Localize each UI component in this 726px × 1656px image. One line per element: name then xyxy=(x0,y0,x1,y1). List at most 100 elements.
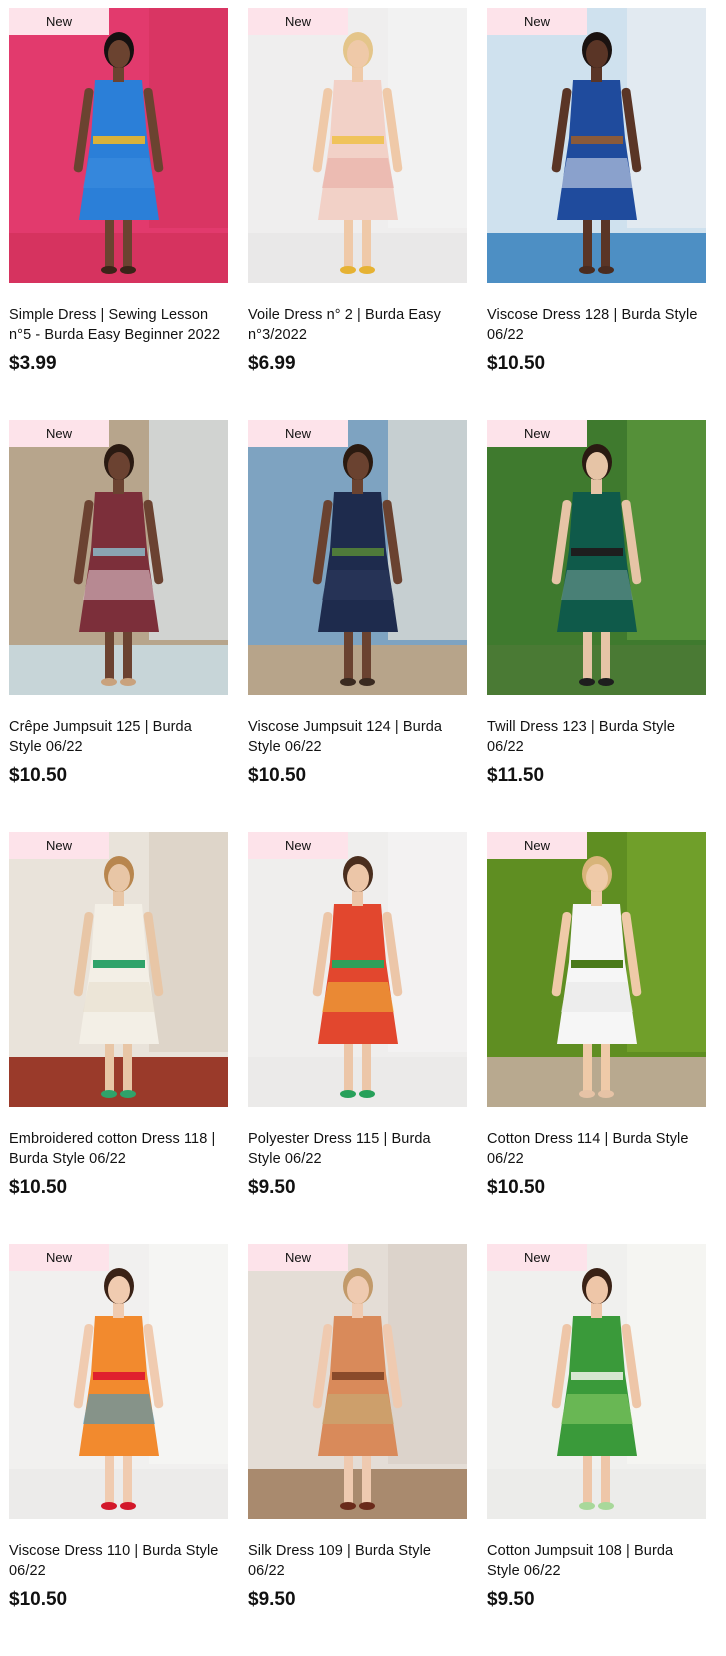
model-face xyxy=(347,864,369,892)
product-price: $11.50 xyxy=(487,765,545,786)
product-card[interactable]: New Embroidered cotton Dress 118 | Burda… xyxy=(9,832,228,1244)
dress-belt xyxy=(571,960,623,968)
product-title[interactable]: Viscose Dress 128 | Burda Style 06/22 xyxy=(487,305,706,345)
photo-backdrop xyxy=(149,420,228,640)
new-badge: New xyxy=(487,832,587,859)
product-card[interactable]: New Silk Dress 109 | Burda Style 06/22 $… xyxy=(248,1244,467,1656)
product-image[interactable]: New xyxy=(248,420,467,695)
model-leg xyxy=(123,625,132,680)
photo-ground xyxy=(248,1057,467,1107)
photo-backdrop xyxy=(627,832,706,1052)
product-title[interactable]: Crêpe Jumpsuit 125 | Burda Style 06/22 xyxy=(9,717,228,757)
photo-backdrop xyxy=(149,1244,228,1464)
product-image[interactable]: New xyxy=(9,420,228,695)
model-shoe xyxy=(340,678,356,686)
product-image[interactable]: New xyxy=(9,8,228,283)
model-leg xyxy=(105,625,114,680)
product-card[interactable]: New Twill Dress 123 | Burda Style 06/22 … xyxy=(487,420,706,832)
dress-pattern xyxy=(83,1394,155,1424)
model-face xyxy=(586,40,608,68)
product-price: $9.50 xyxy=(487,1589,535,1610)
dress-belt xyxy=(93,960,145,968)
dress-pattern xyxy=(322,982,394,1012)
product-photo xyxy=(9,420,228,695)
product-price: $9.50 xyxy=(248,1589,296,1610)
dress-belt xyxy=(571,1372,623,1380)
product-title[interactable]: Voile Dress n° 2 | Burda Easy n°3/2022 xyxy=(248,305,467,345)
model-leg xyxy=(344,213,353,268)
dress-pattern xyxy=(322,1394,394,1424)
model-leg xyxy=(601,625,610,680)
product-image[interactable]: New xyxy=(248,8,467,283)
product-image[interactable]: New xyxy=(487,1244,706,1519)
product-title[interactable]: Viscose Jumpsuit 124 | Burda Style 06/22 xyxy=(248,717,467,757)
product-image[interactable]: New xyxy=(487,832,706,1107)
photo-ground xyxy=(9,233,228,283)
product-card[interactable]: New Cotton Dress 114 | Burda Style 06/22… xyxy=(487,832,706,1244)
product-price: $6.99 xyxy=(248,353,296,374)
product-card[interactable]: New Voile Dress n° 2 | Burda Easy n°3/20… xyxy=(248,8,467,420)
product-title[interactable]: Embroidered cotton Dress 118 | Burda Sty… xyxy=(9,1129,228,1169)
product-card[interactable]: New Polyester Dress 115 | Burda Style 06… xyxy=(248,832,467,1244)
product-image[interactable]: New xyxy=(248,832,467,1107)
dress-pattern xyxy=(561,1394,633,1424)
model-leg xyxy=(105,213,114,268)
dress-belt xyxy=(93,1372,145,1380)
model-shoe xyxy=(120,678,136,686)
product-card[interactable]: New Simple Dress | Sewing Lesson n°5 - B… xyxy=(9,8,228,420)
product-price: $10.50 xyxy=(9,1589,68,1610)
model-leg xyxy=(123,1037,132,1092)
product-photo xyxy=(248,832,467,1107)
product-title[interactable]: Simple Dress | Sewing Lesson n°5 - Burda… xyxy=(9,305,228,345)
product-title[interactable]: Cotton Jumpsuit 108 | Burda Style 06/22 xyxy=(487,1541,706,1581)
model-shoe xyxy=(101,1502,117,1510)
product-image[interactable]: New xyxy=(9,832,228,1107)
model-shoe xyxy=(359,1090,375,1098)
product-image[interactable]: New xyxy=(487,420,706,695)
dress-belt xyxy=(332,960,384,968)
product-card[interactable]: New Viscose Dress 110 | Burda Style 06/2… xyxy=(9,1244,228,1656)
dress-pattern xyxy=(561,158,633,188)
model-shoe xyxy=(598,266,614,274)
dress-pattern xyxy=(83,982,155,1012)
new-badge: New xyxy=(9,420,109,447)
product-grid: New Simple Dress | Sewing Lesson n°5 - B… xyxy=(9,8,717,1656)
model-face xyxy=(586,452,608,480)
dress-pattern xyxy=(322,158,394,188)
photo-ground xyxy=(248,233,467,283)
photo-ground xyxy=(9,645,228,695)
model-face xyxy=(108,452,130,480)
product-card[interactable]: New Cotton Jumpsuit 108 | Burda Style 06… xyxy=(487,1244,706,1656)
product-card[interactable]: New Viscose Dress 128 | Burda Style 06/2… xyxy=(487,8,706,420)
product-image[interactable]: New xyxy=(487,8,706,283)
model-face xyxy=(347,1276,369,1304)
model-shoe xyxy=(598,1502,614,1510)
product-price: $3.99 xyxy=(9,353,57,374)
product-title[interactable]: Viscose Dress 110 | Burda Style 06/22 xyxy=(9,1541,228,1581)
product-image[interactable]: New xyxy=(9,1244,228,1519)
product-title[interactable]: Polyester Dress 115 | Burda Style 06/22 xyxy=(248,1129,467,1169)
model-shoe xyxy=(579,678,595,686)
dress-pattern xyxy=(561,570,633,600)
photo-ground xyxy=(487,1469,706,1519)
model-leg xyxy=(344,1449,353,1504)
model-leg xyxy=(123,1449,132,1504)
model-shoe xyxy=(579,1502,595,1510)
new-badge: New xyxy=(9,8,109,35)
model-leg xyxy=(123,213,132,268)
photo-backdrop xyxy=(627,8,706,228)
product-card[interactable]: New Viscose Jumpsuit 124 | Burda Style 0… xyxy=(248,420,467,832)
photo-backdrop xyxy=(627,420,706,640)
new-badge: New xyxy=(248,420,348,447)
product-title[interactable]: Cotton Dress 114 | Burda Style 06/22 xyxy=(487,1129,706,1169)
product-title[interactable]: Twill Dress 123 | Burda Style 06/22 xyxy=(487,717,706,757)
product-image[interactable]: New xyxy=(248,1244,467,1519)
dress-belt xyxy=(332,548,384,556)
product-title[interactable]: Silk Dress 109 | Burda Style 06/22 xyxy=(248,1541,467,1581)
product-card[interactable]: New Crêpe Jumpsuit 125 | Burda Style 06/… xyxy=(9,420,228,832)
model-leg xyxy=(362,1449,371,1504)
new-badge: New xyxy=(487,8,587,35)
model-leg xyxy=(583,625,592,680)
new-badge: New xyxy=(248,8,348,35)
model-shoe xyxy=(579,1090,595,1098)
